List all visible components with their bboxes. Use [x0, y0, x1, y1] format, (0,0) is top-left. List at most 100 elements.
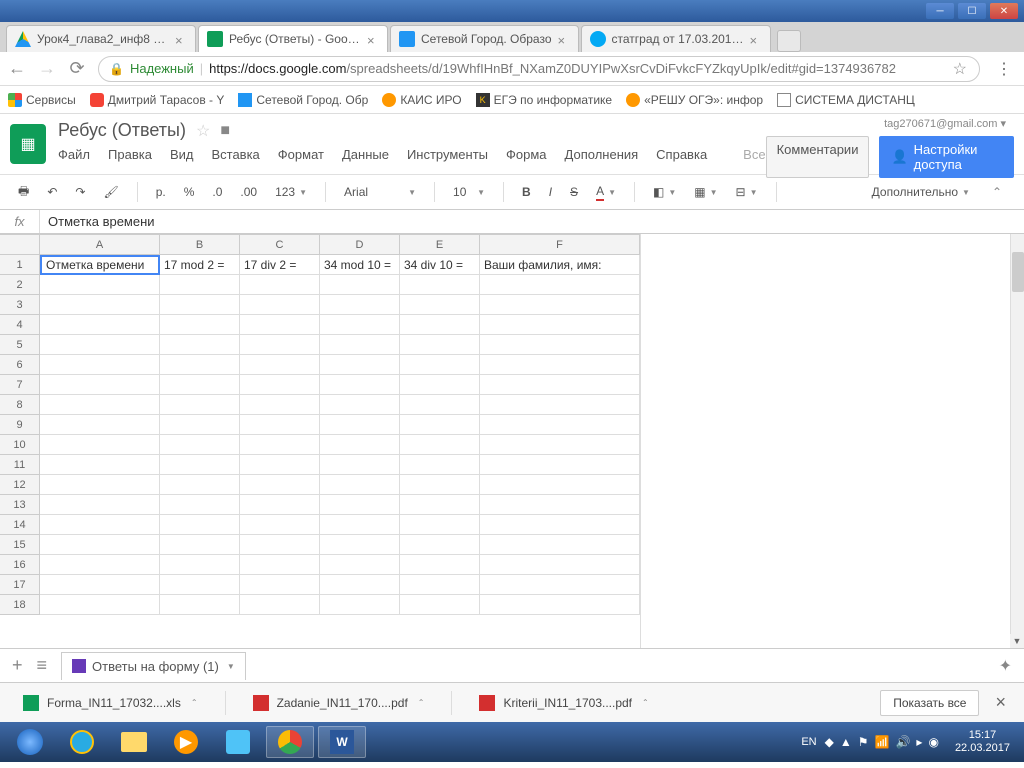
cell[interactable]	[400, 475, 480, 495]
explore-button[interactable]: ✦	[999, 656, 1012, 676]
menu-help[interactable]: Справка	[656, 147, 707, 162]
cell[interactable]	[480, 435, 640, 455]
row-header[interactable]: 13	[0, 495, 40, 515]
redo-button[interactable]: ↷	[71, 183, 89, 201]
cell[interactable]	[480, 335, 640, 355]
cell[interactable]: Отметка времени	[40, 255, 160, 275]
cell[interactable]	[320, 455, 400, 475]
menu-tools[interactable]: Инструменты	[407, 147, 488, 162]
cell[interactable]	[480, 495, 640, 515]
cell[interactable]	[160, 595, 240, 615]
cell[interactable]	[480, 515, 640, 535]
menu-form[interactable]: Форма	[506, 147, 547, 162]
forward-button[interactable]: →	[38, 60, 56, 78]
cell[interactable]	[40, 555, 160, 575]
flag-icon[interactable]: ⚑	[858, 735, 869, 749]
bookmark-item[interactable]: «РЕШУ ОГЭ»: инфор	[626, 93, 763, 107]
cell[interactable]	[400, 415, 480, 435]
column-header[interactable]: F	[480, 235, 640, 255]
cell[interactable]	[480, 455, 640, 475]
volume-icon[interactable]: 🔊	[895, 735, 910, 749]
cell[interactable]	[40, 575, 160, 595]
cell[interactable]	[240, 335, 320, 355]
cell[interactable]	[480, 395, 640, 415]
cell[interactable]	[240, 275, 320, 295]
cell[interactable]	[240, 435, 320, 455]
cell[interactable]	[160, 315, 240, 335]
cell[interactable]	[40, 275, 160, 295]
more-tools-button[interactable]: Дополнительно▼	[868, 183, 974, 201]
borders-button[interactable]: ▦▼	[690, 183, 721, 201]
back-button[interactable]: ←	[8, 60, 26, 78]
cell[interactable]	[40, 335, 160, 355]
cell[interactable]	[40, 475, 160, 495]
cell[interactable]	[400, 355, 480, 375]
bookmark-item[interactable]: Сетевой Город. Обр	[238, 93, 368, 107]
chevron-up-icon[interactable]: ⌃	[191, 698, 198, 707]
chrome-button[interactable]	[266, 726, 314, 758]
row-header[interactable]: 3	[0, 295, 40, 315]
menu-format[interactable]: Формат	[278, 147, 324, 162]
media-player-button[interactable]: ▶	[162, 726, 210, 758]
cell[interactable]	[40, 535, 160, 555]
cell[interactable]	[400, 335, 480, 355]
cell[interactable]	[320, 535, 400, 555]
font-size-select[interactable]: 10▼	[449, 183, 489, 201]
minimize-button[interactable]: ─	[926, 3, 954, 19]
browser-menu-button[interactable]: ⋮	[992, 59, 1016, 79]
cell[interactable]	[320, 595, 400, 615]
cell[interactable]	[240, 495, 320, 515]
cell[interactable]	[320, 335, 400, 355]
browser-tab-active[interactable]: Ребус (Ответы) - Google ×	[198, 25, 388, 52]
maximize-button[interactable]: ☐	[958, 3, 986, 19]
cell[interactable]	[320, 375, 400, 395]
cell[interactable]	[40, 295, 160, 315]
column-header[interactable]: B	[160, 235, 240, 255]
close-tab-icon[interactable]: ×	[750, 33, 762, 45]
cell[interactable]	[240, 515, 320, 535]
cell[interactable]	[400, 535, 480, 555]
row-header[interactable]: 8	[0, 395, 40, 415]
cell[interactable]: 17 div 2 =	[240, 255, 320, 275]
cell[interactable]	[40, 595, 160, 615]
cell[interactable]	[320, 415, 400, 435]
print-button[interactable]: 🖶	[14, 180, 33, 205]
cell[interactable]	[240, 415, 320, 435]
cell[interactable]	[160, 475, 240, 495]
cell[interactable]	[400, 315, 480, 335]
cell[interactable]	[160, 395, 240, 415]
row-header[interactable]: 7	[0, 375, 40, 395]
user-email[interactable]: tag270671@gmail.com ▾	[884, 117, 1006, 130]
row-header[interactable]: 4	[0, 315, 40, 335]
percent-button[interactable]: %	[180, 183, 199, 201]
bookmark-star-icon[interactable]: ☆	[951, 59, 969, 79]
cell[interactable]	[320, 315, 400, 335]
menu-view[interactable]: Вид	[170, 147, 194, 162]
download-item[interactable]: Kriterii_IN11_1703....pdf ⌃	[468, 690, 659, 716]
row-header[interactable]: 17	[0, 575, 40, 595]
number-format-button[interactable]: 123▼	[271, 183, 311, 201]
cell[interactable]	[160, 455, 240, 475]
close-window-button[interactable]: ✕	[990, 3, 1018, 19]
row-header[interactable]: 2	[0, 275, 40, 295]
row-header[interactable]: 16	[0, 555, 40, 575]
cell[interactable]	[400, 375, 480, 395]
cell[interactable]	[400, 435, 480, 455]
cell[interactable]	[480, 295, 640, 315]
cell[interactable]	[40, 355, 160, 375]
row-header[interactable]: 10	[0, 435, 40, 455]
start-button[interactable]	[6, 726, 54, 758]
cell[interactable]	[480, 575, 640, 595]
sheet-tab-menu-icon[interactable]: ▼	[227, 662, 235, 671]
cell[interactable]	[400, 455, 480, 475]
cell[interactable]	[40, 455, 160, 475]
cell[interactable]	[400, 275, 480, 295]
cell[interactable]	[40, 395, 160, 415]
row-header[interactable]: 5	[0, 335, 40, 355]
cell[interactable]	[40, 495, 160, 515]
currency-button[interactable]: р.	[152, 183, 170, 201]
cell[interactable]	[480, 355, 640, 375]
word-button[interactable]: W	[318, 726, 366, 758]
cell[interactable]	[160, 355, 240, 375]
cell[interactable]	[400, 555, 480, 575]
